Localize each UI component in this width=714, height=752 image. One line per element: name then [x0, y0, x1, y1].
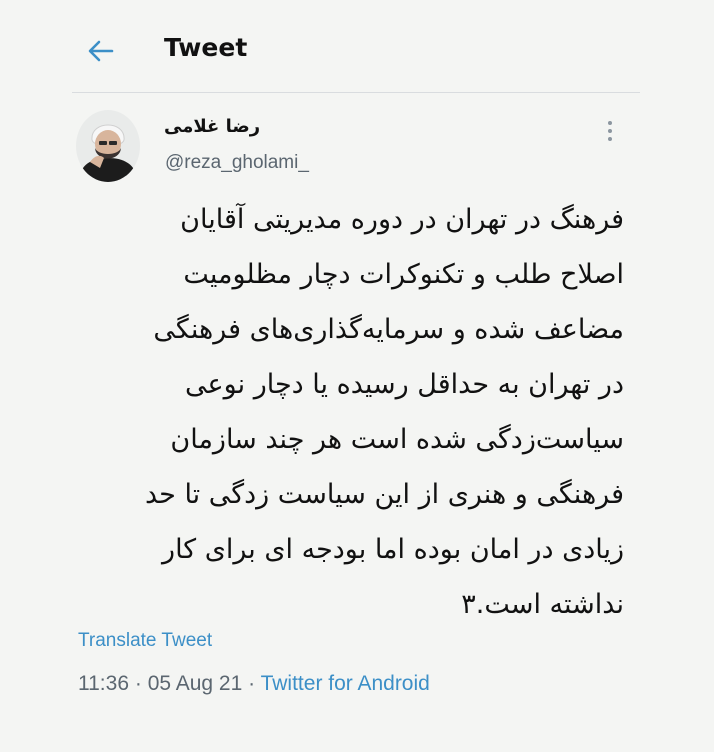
tweet-text: فرهنگ در تهران در دوره مدیریتی آقایان اص…: [72, 192, 624, 632]
tweet-line: در تهران به حداقل رسیده یا دچار نوعی: [185, 369, 624, 400]
tweet-line: سیاست‌زدگی شده است هر چند سازمان: [170, 424, 624, 455]
author-name[interactable]: رضا غلامی: [164, 116, 260, 137]
avatar[interactable]: [76, 110, 140, 182]
meta-separator: ·: [248, 672, 256, 695]
more-vertical-icon: [608, 121, 612, 141]
translate-tweet-link[interactable]: Translate Tweet: [78, 630, 212, 652]
more-options-button[interactable]: [598, 116, 622, 146]
tweet-time: 11:36: [78, 672, 129, 695]
tweet-line: فرهنگ در تهران در دوره مدیریتی آقایان: [180, 204, 624, 235]
tweet-line: مضاعف شده و سرمایه‌گذاری‌های فرهنگی: [153, 314, 624, 345]
tweet-metadata: 11:36 · 05 Aug 21 · Twitter for Android: [78, 672, 430, 696]
tweet-line: فرهنگی و هنری از این سیاست زدگی تا حد: [145, 479, 624, 510]
page-title: Tweet: [164, 33, 248, 62]
header-divider: [72, 92, 640, 93]
arrow-left-icon: [88, 40, 114, 62]
tweet-line: زیادی در امان بوده اما بودجه ای برای کار: [162, 534, 624, 565]
tweet-line: نداشته است.۳: [461, 589, 624, 620]
tweet-source-link[interactable]: Twitter for Android: [261, 672, 430, 695]
back-button[interactable]: [84, 34, 118, 68]
meta-separator: ·: [134, 672, 142, 695]
header-bar: Tweet: [0, 0, 714, 96]
tweet-line: اصلاح طلب و تکنوکرات دچار مظلومیت: [183, 259, 624, 290]
tweet-date: 05 Aug 21: [147, 672, 243, 695]
author-handle[interactable]: @reza_gholami_: [165, 152, 309, 174]
